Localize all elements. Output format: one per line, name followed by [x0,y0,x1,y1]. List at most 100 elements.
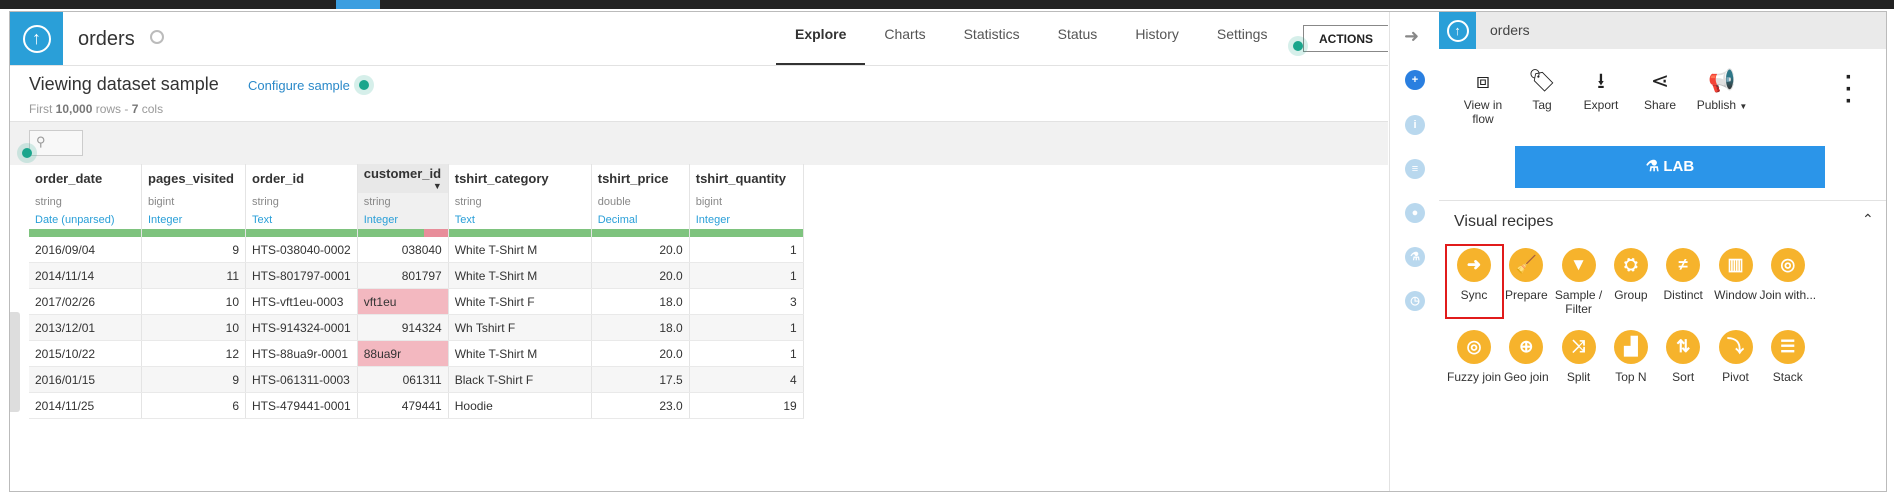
table-cell[interactable]: HTS-vft1eu-0003 [245,288,358,315]
chevron-down-icon[interactable]: ▼ [433,181,442,191]
tab-charts[interactable]: Charts [865,12,944,65]
table-cell[interactable]: 1 [689,262,804,289]
table-cell[interactable]: 061311 [357,366,449,393]
table-cell[interactable]: 10 [141,288,246,315]
plus-icon[interactable]: + [1405,70,1425,90]
table-cell[interactable]: 10 [141,314,246,341]
column-header[interactable]: tshirt_category [448,164,592,193]
table-cell[interactable]: 2016/09/04 [29,237,142,263]
tab-history[interactable]: History [1116,12,1198,65]
table-cell[interactable]: 2014/11/14 [29,262,142,289]
table-row[interactable]: 2014/11/14 11 HTS-801797-0001 801797 White T… [29,262,804,289]
table-cell[interactable]: 1 [689,314,804,341]
table-cell[interactable]: Black T-Shirt F [448,366,592,393]
tab-explore[interactable]: Explore [776,12,866,65]
gauge-icon[interactable] [150,30,164,44]
clock-icon[interactable]: ◷ [1405,291,1425,311]
actions-button[interactable]: ACTIONS [1303,25,1388,52]
table-cell[interactable]: 4 [689,366,804,393]
table-cell[interactable]: White T-Shirt M [448,340,592,367]
configure-sample-link[interactable]: Configure sample [248,78,350,93]
table-cell[interactable]: 2014/11/25 [29,392,142,419]
table-cell[interactable]: 19 [689,392,804,419]
table-cell[interactable]: White T-Shirt M [448,237,592,263]
table-cell[interactable]: 9 [141,237,246,263]
table-cell[interactable]: 20.0 [591,340,690,367]
table-cell[interactable]: Wh Tshirt F [448,314,592,341]
table-cell[interactable]: 88ua9r [357,340,449,367]
tour-hotspot-dot[interactable] [359,80,369,90]
tab-settings[interactable]: Settings [1198,12,1287,65]
info-icon[interactable]: i [1405,115,1425,135]
table-cell[interactable]: 17.5 [591,366,690,393]
column-header[interactable]: tshirt_quantity [689,164,804,193]
table-cell[interactable]: HTS-479441-0001 [245,392,358,419]
table-cell[interactable]: 038040 [357,237,449,263]
table-cell[interactable]: HTS-914324-0001 [245,314,358,341]
table-cell[interactable]: 6 [141,392,246,419]
table-cell[interactable]: 18.0 [591,288,690,315]
lab-flask-icon[interactable]: ⚗ [1405,247,1425,267]
table-cell[interactable]: 2013/12/01 [29,314,142,341]
table-cell[interactable]: HTS-061311-0003 [245,366,358,393]
recipe-stack[interactable]: ☰ Stack [1757,330,1819,384]
visual-recipes-header[interactable]: Visual recipes ⌃ [1439,200,1886,231]
table-cell[interactable]: White T-Shirt F [448,288,592,315]
tab-status[interactable]: Status [1039,12,1117,65]
column-header-customer-id[interactable]: customer_id ▼ [357,164,449,193]
table-cell[interactable]: 11 [141,262,246,289]
table-cell[interactable]: 2017/02/26 [29,288,142,315]
tour-hotspot-dot[interactable] [1293,41,1303,51]
table-cell[interactable]: 20.0 [591,262,690,289]
column-meaning[interactable]: Text [245,211,358,229]
table-cell[interactable]: 2015/10/22 [29,340,142,367]
column-header[interactable]: order_date [29,164,142,193]
column-header[interactable]: order_id [245,164,358,193]
column-meaning[interactable]: Decimal [591,211,690,229]
table-cell[interactable]: 9 [141,366,246,393]
column-meaning[interactable]: Integer [357,211,449,229]
table-cell[interactable]: 1 [689,237,804,263]
table-row[interactable]: 2016/09/04 9 HTS-038040-0002 038040 White T-… [29,237,804,263]
table-cell[interactable]: 20.0 [591,237,690,263]
table-row[interactable]: 2017/02/26 10 HTS-vft1eu-0003 vft1eu White T… [29,288,804,315]
table-cell[interactable]: 23.0 [591,392,690,419]
arrow-right-icon[interactable]: ➜ [1404,26,1419,47]
table-row[interactable]: 2016/01/15 9 HTS-061311-0003 061311 Black T-… [29,366,804,393]
table-cell[interactable]: 18.0 [591,314,690,341]
table-cell[interactable]: 801797 [357,262,449,289]
view-in-flow-button[interactable]: ⧈ View in flow [1452,68,1514,126]
table-cell[interactable]: vft1eu [357,288,449,315]
comment-icon[interactable]: ● [1405,203,1425,223]
table-cell[interactable]: 479441 [357,392,449,419]
column-header[interactable]: tshirt_price [591,164,690,193]
more-options-icon[interactable]: · · · [1845,66,1853,114]
chevron-up-icon[interactable]: ⌃ [1862,211,1874,228]
table-row[interactable]: 2013/12/01 10 HTS-914324-0001 914324 Wh Tshi… [29,314,804,341]
table-cell[interactable]: White T-Shirt M [448,262,592,289]
resize-handle[interactable] [10,312,20,412]
table-row[interactable]: 2014/11/25 6 HTS-479441-0001 479441 Hoodie 23… [29,392,804,419]
table-row[interactable]: 2015/10/22 12 HTS-88ua9r-0001 88ua9r White T… [29,340,804,367]
table-cell[interactable]: 2016/01/15 [29,366,142,393]
table-cell[interactable]: HTS-038040-0002 [245,237,358,263]
tour-hotspot-dot[interactable] [22,148,32,158]
table-cell[interactable]: 1 [689,340,804,367]
export-button[interactable]: ⭳ Export [1570,68,1632,112]
search-input[interactable]: ⚲ [29,130,83,156]
share-button[interactable]: ⋖ Share [1629,68,1691,112]
column-meaning[interactable]: Text [448,211,592,229]
column-meaning[interactable]: Integer [689,211,804,229]
list-icon[interactable]: ≡ [1405,159,1425,179]
column-header[interactable]: pages_visited [141,164,246,193]
column-meaning[interactable]: Date (unparsed) [29,211,142,229]
table-cell[interactable]: Hoodie [448,392,592,419]
recipe-join-with[interactable]: ◎ Join with... [1757,248,1819,302]
tag-button[interactable]: 🏷 Tag [1511,68,1573,112]
table-cell[interactable]: 12 [141,340,246,367]
lab-button[interactable]: ⚗ LAB [1515,146,1825,188]
publish-button[interactable]: 📢 Publish ▼ [1691,68,1753,114]
table-cell[interactable]: 3 [689,288,804,315]
table-cell[interactable]: 914324 [357,314,449,341]
table-cell[interactable]: HTS-88ua9r-0001 [245,340,358,367]
